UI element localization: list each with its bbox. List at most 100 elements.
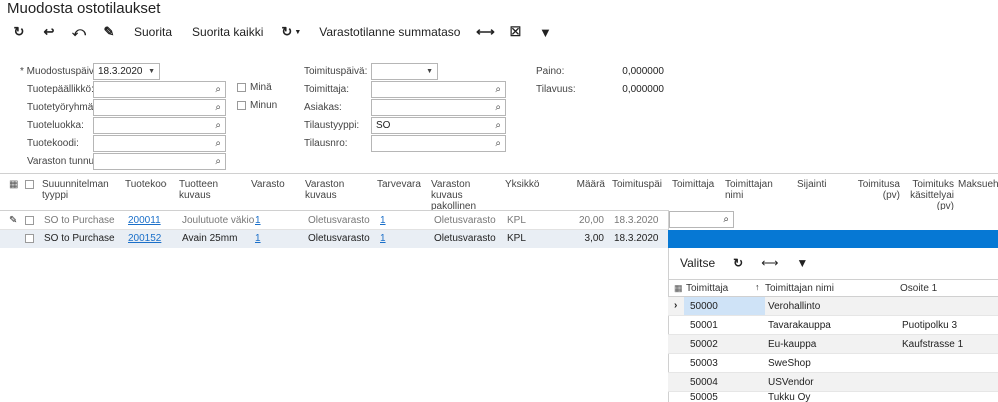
- order-type-field[interactable]: SO ⌕: [371, 117, 506, 134]
- cancel-icon[interactable]: ⤺: [64, 20, 94, 44]
- lookup-cell-name[interactable]: Eu-kauppa: [768, 339, 816, 350]
- search-icon[interactable]: ⌕: [215, 138, 221, 149]
- supplier-field[interactable]: ⌕: [371, 81, 506, 98]
- lookup-cell-name[interactable]: SweShop: [768, 358, 811, 369]
- cell-warehouse-desc[interactable]: Oletusvarasto: [308, 233, 370, 244]
- lookup-cell-name[interactable]: Verohallinto: [768, 301, 820, 312]
- lookup-row[interactable]: 50002 Eu-kauppa Kaufstrasse 1: [668, 335, 998, 354]
- search-icon[interactable]: ⌕: [215, 120, 221, 131]
- item-class-field[interactable]: ⌕: [93, 117, 226, 134]
- cell-item-code[interactable]: 200152: [128, 233, 161, 244]
- cell-warehouse-desc-required[interactable]: Oletusvarasto: [434, 215, 496, 226]
- header-processing-time[interactable]: Toimituks käsittelyai (pv): [904, 179, 954, 212]
- lookup-cell-supplier[interactable]: 50004: [690, 377, 718, 388]
- header-payment-terms[interactable]: Maksuehto: [958, 179, 998, 190]
- search-icon[interactable]: ⌕: [215, 84, 221, 95]
- refresh-icon[interactable]: ↻: [733, 256, 743, 270]
- undo-icon[interactable]: ↩: [34, 20, 64, 44]
- column-chooser-icon[interactable]: ▦: [9, 179, 18, 190]
- filter-icon[interactable]: ▼: [796, 256, 808, 270]
- lookup-cell-address[interactable]: Kaufstrasse 1: [902, 339, 963, 350]
- cell-item-desc[interactable]: Avain 25mm: [182, 233, 237, 244]
- lookup-header-supplier-name[interactable]: Toimittajan nimi: [765, 283, 834, 294]
- me-checkbox[interactable]: [237, 83, 246, 92]
- cell-item-code[interactable]: 200011: [128, 215, 161, 226]
- header-uom[interactable]: Yksikkö: [505, 179, 539, 190]
- lookup-row[interactable]: 50005 Tukku Oy: [668, 392, 998, 402]
- cell-delivery-date[interactable]: 18.3.2020: [614, 215, 659, 226]
- lookup-cell-address[interactable]: Puotipolku 3: [902, 320, 957, 331]
- cell-qty[interactable]: 20,00: [570, 215, 604, 226]
- header-supplier[interactable]: Toimittaja: [672, 179, 714, 190]
- item-manager-field[interactable]: ⌕: [93, 81, 226, 98]
- lookup-header-supplier[interactable]: Toimittaja: [686, 283, 728, 294]
- header-plan-type[interactable]: Suuunnitelman tyyppi: [42, 179, 122, 201]
- item-code-field[interactable]: ⌕: [93, 135, 226, 152]
- order-nbr-field[interactable]: ⌕: [371, 135, 506, 152]
- lookup-cell-name[interactable]: Tavarakauppa: [768, 320, 831, 331]
- lookup-cell-name[interactable]: USVendor: [768, 377, 814, 388]
- lookup-row[interactable]: 50004 USVendor: [668, 373, 998, 392]
- search-icon[interactable]: ⌕: [495, 120, 501, 131]
- cell-delivery-date[interactable]: 18.3.2020: [614, 233, 659, 244]
- column-chooser-icon[interactable]: ▦: [674, 283, 683, 294]
- cell-uom[interactable]: KPL: [507, 233, 526, 244]
- search-icon[interactable]: ⌕: [723, 214, 729, 225]
- lookup-cell-supplier[interactable]: 50003: [690, 358, 718, 369]
- cell-demand-warehouse[interactable]: 1: [380, 215, 386, 226]
- edit-icon[interactable]: ✎: [94, 20, 124, 44]
- refresh-dropdown[interactable]: ↻ ▼: [273, 24, 309, 40]
- cell-warehouse-desc-required[interactable]: Oletusvarasto: [434, 233, 496, 244]
- table-row[interactable]: SO to Purchase 200152 Avain 25mm 1 Oletu…: [0, 230, 668, 248]
- refresh-icon[interactable]: ↻: [4, 20, 34, 44]
- export-excel-icon[interactable]: ☒: [500, 20, 530, 44]
- select-all-checkbox[interactable]: [25, 180, 34, 189]
- summary-button[interactable]: Varastotilanne summataso: [309, 25, 470, 39]
- search-icon[interactable]: ⌕: [495, 138, 501, 149]
- run-all-button[interactable]: Suorita kaikki: [182, 25, 273, 39]
- row-checkbox[interactable]: [25, 216, 34, 225]
- lookup-cell-supplier[interactable]: 50002: [690, 339, 718, 350]
- delivery-date-field[interactable]: ▼: [371, 63, 438, 80]
- lookup-row[interactable]: 50001 Tavarakauppa Puotipolku 3: [668, 316, 998, 335]
- header-delivery-date[interactable]: Toimituspäi: [612, 179, 667, 190]
- supplier-lookup-input[interactable]: ⌕: [669, 211, 734, 228]
- header-item-code[interactable]: Tuotekood: [125, 179, 167, 190]
- customer-field[interactable]: ⌕: [371, 99, 506, 116]
- select-button[interactable]: Valitse: [680, 256, 715, 270]
- cell-warehouse-desc[interactable]: Oletusvarasto: [308, 215, 370, 226]
- mine-checkbox[interactable]: [237, 101, 246, 110]
- fit-columns-icon[interactable]: ⟷: [470, 20, 500, 44]
- lookup-cell-supplier[interactable]: 50005: [690, 392, 718, 402]
- header-warehouse[interactable]: Varasto: [251, 179, 285, 190]
- cell-demand-warehouse[interactable]: 1: [380, 233, 386, 244]
- order-date-field[interactable]: 18.3.2020 ▼: [93, 63, 160, 80]
- run-button[interactable]: Suorita: [124, 25, 182, 39]
- lookup-cell-name[interactable]: Tukku Oy: [768, 392, 810, 402]
- cell-qty[interactable]: 3,00: [570, 233, 604, 244]
- cell-warehouse[interactable]: 1: [255, 215, 261, 226]
- search-icon[interactable]: ⌕: [495, 102, 501, 113]
- cell-warehouse[interactable]: 1: [255, 233, 261, 244]
- search-icon[interactable]: ⌕: [215, 102, 221, 113]
- item-group-field[interactable]: ⌕: [93, 99, 226, 116]
- row-checkbox[interactable]: [25, 234, 34, 243]
- lookup-cell-supplier[interactable]: 50001: [690, 320, 718, 331]
- header-qty[interactable]: Määrä: [570, 179, 605, 190]
- cell-uom[interactable]: KPL: [507, 215, 526, 226]
- lookup-cell-supplier[interactable]: 50000: [690, 301, 718, 312]
- header-supplier-name[interactable]: Toimittajan nimi: [725, 179, 780, 201]
- header-lead-time[interactable]: Toimitusa (pv): [852, 179, 900, 201]
- lookup-row[interactable]: › 50000 Verohallinto: [668, 297, 998, 316]
- header-item-desc[interactable]: Tuotteen kuvaus: [179, 179, 229, 201]
- fit-columns-icon[interactable]: ⟷: [761, 256, 778, 270]
- cell-item-desc[interactable]: Joulutuote väkio: [182, 215, 254, 226]
- header-warehouse-desc[interactable]: Varaston kuvaus: [305, 179, 355, 201]
- filter-icon[interactable]: ▼: [530, 20, 560, 44]
- header-demand-warehouse[interactable]: Tarvevara: [377, 179, 421, 190]
- lookup-header-address[interactable]: Osoite 1: [900, 283, 937, 294]
- cell-plan-type[interactable]: SO to Purchase: [44, 215, 115, 226]
- search-icon[interactable]: ⌕: [495, 84, 501, 95]
- table-row[interactable]: ✎ SO to Purchase 200011 Joulutuote väkio…: [0, 211, 668, 230]
- warehouse-id-field[interactable]: ⌕: [93, 153, 226, 170]
